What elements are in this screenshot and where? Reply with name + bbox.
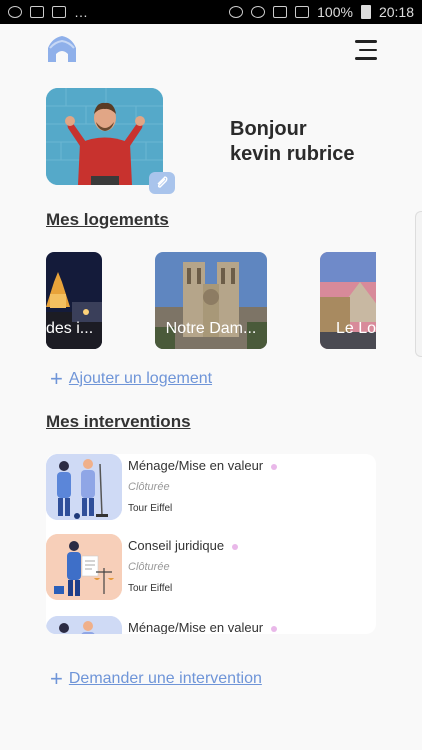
cleaning-illustration	[46, 454, 122, 520]
app-screen: Bonjour kevin rubrice Mes logements des …	[0, 24, 422, 750]
logement-label: Le Lo	[336, 320, 376, 337]
intervention-status: Clôturée	[128, 481, 170, 493]
battery-percent: 100%	[317, 4, 353, 20]
request-intervention-button[interactable]: + Demander une intervention	[50, 666, 262, 691]
more-notifications-icon: …	[74, 4, 88, 20]
intervention-place: Tour Eiffel	[128, 503, 173, 514]
logement-label: Notre Dam...	[165, 320, 257, 337]
logement-card[interactable]: Le Lo	[320, 252, 376, 349]
cleaning-illustration	[46, 616, 122, 634]
greeting-hello: Bonjour	[230, 118, 307, 140]
interventions-title: Mes interventions	[46, 412, 191, 431]
add-logement-button[interactable]: + Ajouter un logement	[50, 366, 213, 391]
status-dot	[232, 543, 239, 550]
status-bar: … 100% 20:18	[0, 0, 422, 24]
logements-title: Mes logements	[46, 210, 169, 229]
interventions-list[interactable]: Ménage/Mise en valeur Clôturée Tour Eiff…	[46, 454, 376, 634]
intervention-status: Clôturée	[128, 561, 170, 573]
hamburger-menu-icon[interactable]	[352, 40, 377, 62]
status-dot	[271, 625, 278, 632]
paperclip-edit-icon[interactable]	[149, 172, 175, 194]
greeting-username: kevin rubrice	[230, 143, 355, 165]
legal-advice-illustration	[46, 534, 122, 600]
battery-icon	[360, 5, 371, 19]
intervention-title: Ménage/Mise en valeur	[128, 620, 278, 634]
add-logement-label: Ajouter un logement	[68, 370, 213, 387]
logement-label: des i...	[46, 320, 94, 337]
gallery-icon	[52, 6, 66, 18]
greeting: Bonjour kevin rubrice	[230, 117, 355, 167]
house-logo-icon[interactable]	[46, 34, 78, 64]
twitter-icon	[30, 6, 44, 18]
signal-icon	[295, 6, 310, 18]
logement-card[interactable]: Notre Dam...	[155, 252, 267, 349]
intervention-title: Conseil juridique	[128, 538, 239, 553]
whatsapp-icon	[8, 6, 22, 18]
side-panel-handle[interactable]	[415, 211, 422, 357]
vibrate-icon	[273, 6, 288, 18]
plus-icon: +	[50, 366, 63, 391]
avatar[interactable]	[46, 88, 163, 185]
request-intervention-label: Demander une intervention	[68, 670, 262, 687]
intervention-item[interactable]: Conseil juridique Clôturée Tour Eiffel	[46, 534, 376, 600]
alarm-icon	[251, 6, 266, 18]
intervention-item[interactable]: Ménage/Mise en valeur Clôturée Tour Eiff…	[46, 454, 376, 520]
plus-icon: +	[50, 666, 63, 691]
intervention-item[interactable]: Ménage/Mise en valeur	[46, 616, 376, 634]
bluetooth-icon	[229, 6, 244, 18]
intervention-title: Ménage/Mise en valeur	[128, 458, 278, 473]
intervention-place: Tour Eiffel	[128, 583, 173, 594]
logement-card[interactable]: des i...	[46, 252, 102, 349]
status-dot	[271, 463, 278, 470]
logements-carousel[interactable]: des i... Notre Dam... Le Lo	[46, 252, 376, 350]
clock: 20:18	[378, 4, 414, 20]
